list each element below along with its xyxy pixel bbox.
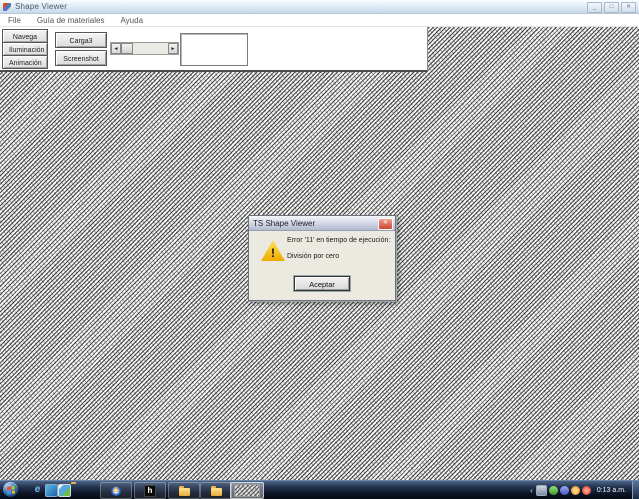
error-message-line2: División por cero xyxy=(287,253,339,260)
shapeviewer-app-icon xyxy=(234,484,260,497)
update-tray-icon[interactable] xyxy=(571,486,580,495)
ie-quicklaunch-icon[interactable]: e xyxy=(32,484,43,495)
taskbar-app-g[interactable]: G xyxy=(100,482,132,499)
dialog-titlebar[interactable]: TS Shape Viewer ✕ xyxy=(249,216,395,231)
scroll-right-icon[interactable]: ► xyxy=(168,43,178,54)
photo-viewer-quicklaunch-icon[interactable] xyxy=(58,484,71,497)
taskbar-app-h[interactable]: h xyxy=(134,482,166,499)
scroll-left-icon[interactable]: ◄ xyxy=(111,43,121,54)
show-desktop-button[interactable] xyxy=(632,481,639,499)
tray-chevron-icon[interactable]: ‹ xyxy=(530,486,533,495)
folder-icon xyxy=(179,488,190,496)
window-titlebar: Shape Viewer _ □ ✕ xyxy=(0,0,639,14)
load-button[interactable]: Carga3 xyxy=(55,32,107,48)
lighting-mode-button[interactable]: Iluminación xyxy=(2,42,48,56)
horizontal-scrollbar[interactable]: ◄ ► xyxy=(110,42,179,55)
volume-tray-icon[interactable] xyxy=(549,486,558,495)
shape-textbox[interactable] xyxy=(180,33,248,66)
screenshot-button[interactable]: Screenshot xyxy=(55,50,107,66)
window-controls: _ □ ✕ xyxy=(587,2,636,13)
folder-quicklaunch-icon[interactable] xyxy=(71,484,82,495)
warning-icon: ! xyxy=(261,240,285,261)
error-dialog: TS Shape Viewer ✕ ! Error '11' en tiempo… xyxy=(248,215,396,301)
messenger-quicklaunch-icon[interactable] xyxy=(45,484,58,497)
folder-icon xyxy=(211,488,222,496)
taskbar-clock[interactable]: 0:13 a.m. xyxy=(597,487,626,494)
system-tray: ‹ 0:13 a.m. xyxy=(530,481,639,499)
h-app-icon: h xyxy=(144,485,156,497)
menu-file[interactable]: File xyxy=(0,16,29,25)
g-app-icon: G xyxy=(111,486,121,496)
start-button[interactable] xyxy=(3,482,18,497)
toolbar-panel: Navega Iluminación Animación Carga3 Scre… xyxy=(0,27,428,72)
animation-mode-button[interactable]: Animación xyxy=(2,55,48,69)
taskbar-app-shapeviewer-active[interactable] xyxy=(230,482,264,499)
scrollbar-thumb[interactable] xyxy=(121,43,133,54)
menu-help[interactable]: Ayuda xyxy=(112,16,151,25)
maximize-icon[interactable]: □ xyxy=(604,2,619,13)
scrollbar-track[interactable] xyxy=(133,43,168,54)
warning-exclamation: ! xyxy=(261,246,285,260)
close-icon[interactable]: ✕ xyxy=(621,2,636,13)
dialog-title: TS Shape Viewer xyxy=(249,219,315,228)
accept-button[interactable]: Aceptar xyxy=(294,276,350,291)
minimize-icon[interactable]: _ xyxy=(587,2,602,13)
screen: Shape Viewer _ □ ✕ File Guía de material… xyxy=(0,0,639,499)
windows-flag-icon xyxy=(7,485,15,494)
app-icon xyxy=(3,3,11,11)
menu-bar: File Guía de materiales Ayuda xyxy=(0,14,639,27)
mode-button-stack: Navega Iluminación Animación xyxy=(2,29,48,69)
messenger-tray-icon[interactable] xyxy=(560,486,569,495)
taskbar: e G h ‹ 0:13 a.m. xyxy=(0,480,639,499)
network-tray-icon[interactable] xyxy=(536,485,547,496)
taskbar-app-folder1[interactable] xyxy=(168,482,200,499)
navigate-mode-button[interactable]: Navega xyxy=(2,29,48,43)
error-message-line1: Error '11' en tiempo de ejecución: xyxy=(287,237,390,244)
antivirus-tray-icon[interactable] xyxy=(582,486,591,495)
dialog-close-icon[interactable]: ✕ xyxy=(378,218,393,230)
window-title: Shape Viewer xyxy=(15,2,67,11)
taskbar-app-folder2[interactable] xyxy=(200,482,232,499)
menu-materials[interactable]: Guía de materiales xyxy=(29,16,113,25)
